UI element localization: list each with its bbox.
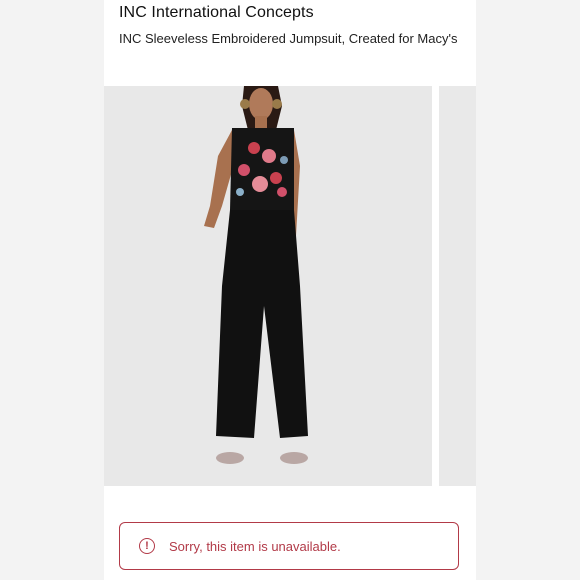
- product-title: INC Sleeveless Embroidered Jumpsuit, Cre…: [119, 31, 458, 46]
- product-image-next-peek[interactable]: [439, 86, 476, 486]
- unavailable-message: Sorry, this item is unavailable.: [169, 538, 341, 554]
- brand-name[interactable]: INC International Concepts: [119, 4, 314, 22]
- jumpsuit-model-illustration: [104, 86, 432, 486]
- product-card: INC International Concepts INC Sleeveles…: [104, 0, 476, 580]
- unavailable-alert: ! Sorry, this item is unavailable.: [119, 522, 459, 570]
- product-image-main[interactable]: [104, 86, 432, 486]
- alert-circle-icon: !: [139, 538, 155, 554]
- image-gallery[interactable]: [104, 86, 476, 486]
